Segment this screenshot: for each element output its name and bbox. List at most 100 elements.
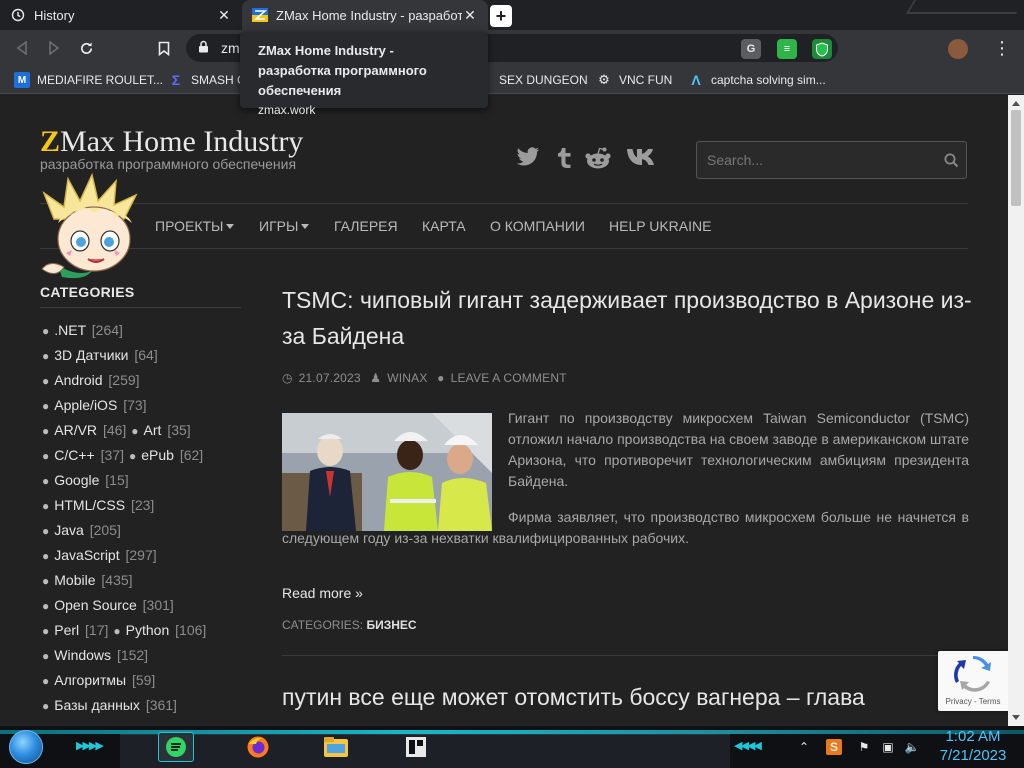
- chevron-down-icon: [301, 224, 310, 229]
- volume-icon[interactable]: 🔈: [904, 739, 920, 755]
- category-link[interactable]: ● Android [259]: [42, 372, 140, 388]
- category-link[interactable]: ● JavaScript [297]: [42, 547, 157, 563]
- category-link[interactable]: ● Google [15]: [42, 472, 129, 488]
- category-link[interactable]: ● .NET [264]: [42, 322, 123, 338]
- clock[interactable]: 1:02 AM 7/21/2023: [930, 727, 1016, 765]
- extension-green-icon[interactable]: ≡: [777, 39, 797, 59]
- nav-item-projects[interactable]: ПРОЕКТЫ: [155, 218, 235, 234]
- twitter-icon[interactable]: [516, 147, 540, 173]
- lock-icon: [198, 40, 209, 56]
- page-viewport: ZMax Home Industry разработка программно…: [0, 95, 1008, 726]
- taskbar-app-terminal[interactable]: [398, 732, 434, 762]
- reload-icon[interactable]: [74, 36, 98, 60]
- category-link[interactable]: БИЗНЕС: [366, 618, 416, 632]
- bookmark-item[interactable]: SEX DUNGEON: [476, 66, 588, 94]
- bookmark-item[interactable]: ⚙ VNC FUN: [596, 66, 672, 94]
- category-link[interactable]: ● Art [35]: [131, 422, 190, 438]
- category-link[interactable]: ● Базы данных [361]: [42, 697, 177, 713]
- recaptcha-links[interactable]: Privacy - Terms: [938, 697, 1008, 706]
- date-meta: ◷ 21.07.2023: [282, 371, 361, 385]
- scroll-up-icon[interactable]: [1012, 101, 1020, 106]
- tab-zmax[interactable]: ZMax Home Industry - разработка п ✕: [242, 0, 488, 30]
- bookmark-star-icon[interactable]: [152, 36, 176, 60]
- category-link[interactable]: ● Windows [152]: [42, 647, 148, 663]
- bullet-icon: ●: [42, 349, 50, 363]
- taskbar-app-spotify[interactable]: [158, 732, 194, 762]
- taskbar-app-firefox[interactable]: [240, 732, 276, 762]
- search-box: [696, 141, 967, 179]
- nav-item-gallery[interactable]: ГАЛЕРЕЯ: [334, 218, 398, 234]
- post-author[interactable]: WINAX: [387, 371, 427, 385]
- nav-item-help-ukraine[interactable]: HELP UKRAINE: [609, 218, 711, 234]
- category-link[interactable]: ● ePub [62]: [129, 447, 203, 463]
- category-link[interactable]: ● Java [205]: [42, 522, 121, 538]
- show-hidden-icons[interactable]: ⌃: [796, 739, 812, 755]
- shield-icon[interactable]: [812, 39, 832, 59]
- tab-history[interactable]: History ✕: [0, 0, 242, 30]
- category-link[interactable]: ● AR/VR [46]: [42, 422, 126, 438]
- category-name: HTML/CSS: [54, 497, 126, 513]
- category-link[interactable]: ● Mobile [435]: [42, 572, 133, 588]
- nav-item-games[interactable]: ИГРЫ: [259, 218, 310, 234]
- post-title[interactable]: TSMC: чиповый гигант задерживает произво…: [282, 282, 972, 354]
- comment-meta: ● LEAVE A COMMENT: [437, 371, 567, 385]
- category-link[interactable]: ● Python [106]: [113, 622, 206, 638]
- category-link[interactable]: ● Алгоритмы [59]: [42, 672, 155, 688]
- category-count: [152]: [116, 647, 149, 663]
- category-name: .NET: [54, 322, 86, 338]
- new-tab-button[interactable]: +: [490, 5, 512, 27]
- bullet-icon: ●: [42, 424, 50, 438]
- vk-icon[interactable]: [626, 147, 656, 173]
- bookmark-item[interactable]: Λ captcha solving sim...: [688, 66, 825, 94]
- reddit-icon[interactable]: [584, 147, 612, 175]
- category-link[interactable]: ● HTML/CSS [23]: [42, 497, 154, 513]
- taskbar-app-explorer[interactable]: [318, 732, 354, 762]
- categories-divider: [40, 307, 241, 308]
- bookmark-label: VNC FUN: [619, 73, 673, 87]
- forward-icon[interactable]: [42, 36, 66, 60]
- leave-comment-link[interactable]: LEAVE A COMMENT: [451, 371, 567, 385]
- tray-flag-icon[interactable]: ⚑: [856, 739, 872, 755]
- bookmark-item[interactable]: M MEDIAFIRE ROULET...: [14, 66, 163, 94]
- scroll-down-icon[interactable]: [1012, 715, 1020, 720]
- close-icon[interactable]: ✕: [216, 7, 232, 23]
- translate-icon[interactable]: G: [741, 39, 761, 59]
- tray-app-icon[interactable]: S: [826, 739, 842, 755]
- category-count: [301]: [142, 597, 174, 613]
- tab-title: History: [34, 7, 75, 23]
- bullet-icon: ●: [42, 524, 50, 538]
- network-icon[interactable]: ▣: [880, 739, 896, 755]
- start-button[interactable]: [9, 730, 43, 764]
- category-link[interactable]: ● Perl [17]: [42, 622, 108, 638]
- post-date[interactable]: 21.07.2023: [299, 371, 361, 385]
- menu-icon[interactable]: ⋮: [990, 36, 1014, 60]
- next-post-title[interactable]: путин все еще может отомстить боссу вагн…: [282, 679, 972, 715]
- recaptcha-badge[interactable]: Privacy - Terms: [938, 651, 1008, 711]
- category-link[interactable]: ● Apple/iOS [73]: [42, 397, 147, 413]
- category-count: [15]: [105, 472, 129, 488]
- category-link[interactable]: ● 3D Датчики [64]: [42, 347, 158, 363]
- bookmark-item[interactable]: Σ SMASH C: [168, 66, 246, 94]
- nav-item-map[interactable]: КАРТА: [422, 218, 466, 234]
- scrollbar-thumb[interactable]: [1011, 110, 1021, 206]
- avatar[interactable]: [948, 39, 968, 59]
- bullet-icon: ●: [42, 574, 50, 588]
- category-link[interactable]: ● C/C++ [37]: [42, 447, 124, 463]
- search-input[interactable]: [707, 152, 936, 168]
- page-scrollbar[interactable]: [1008, 95, 1024, 726]
- site-title[interactable]: ZMax Home Industry: [40, 125, 303, 159]
- back-icon[interactable]: [10, 36, 34, 60]
- tumblr-icon[interactable]: [556, 147, 572, 175]
- category-count: [64]: [134, 347, 158, 363]
- category-link[interactable]: ● Open Source [301]: [42, 597, 174, 613]
- search-icon[interactable]: [936, 142, 966, 178]
- read-more-link[interactable]: Read more »: [282, 585, 363, 601]
- close-icon[interactable]: ✕: [462, 7, 478, 23]
- category-row: ● Android [259]: [42, 368, 252, 393]
- author-meta: ♟ WINAX: [370, 371, 427, 385]
- bullet-icon: ●: [42, 499, 50, 513]
- nav-item-about[interactable]: О КОМПАНИИ: [490, 218, 585, 234]
- category-name: ePub: [141, 447, 174, 463]
- category-name: Windows: [54, 647, 112, 663]
- recaptcha-icon: [954, 655, 991, 692]
